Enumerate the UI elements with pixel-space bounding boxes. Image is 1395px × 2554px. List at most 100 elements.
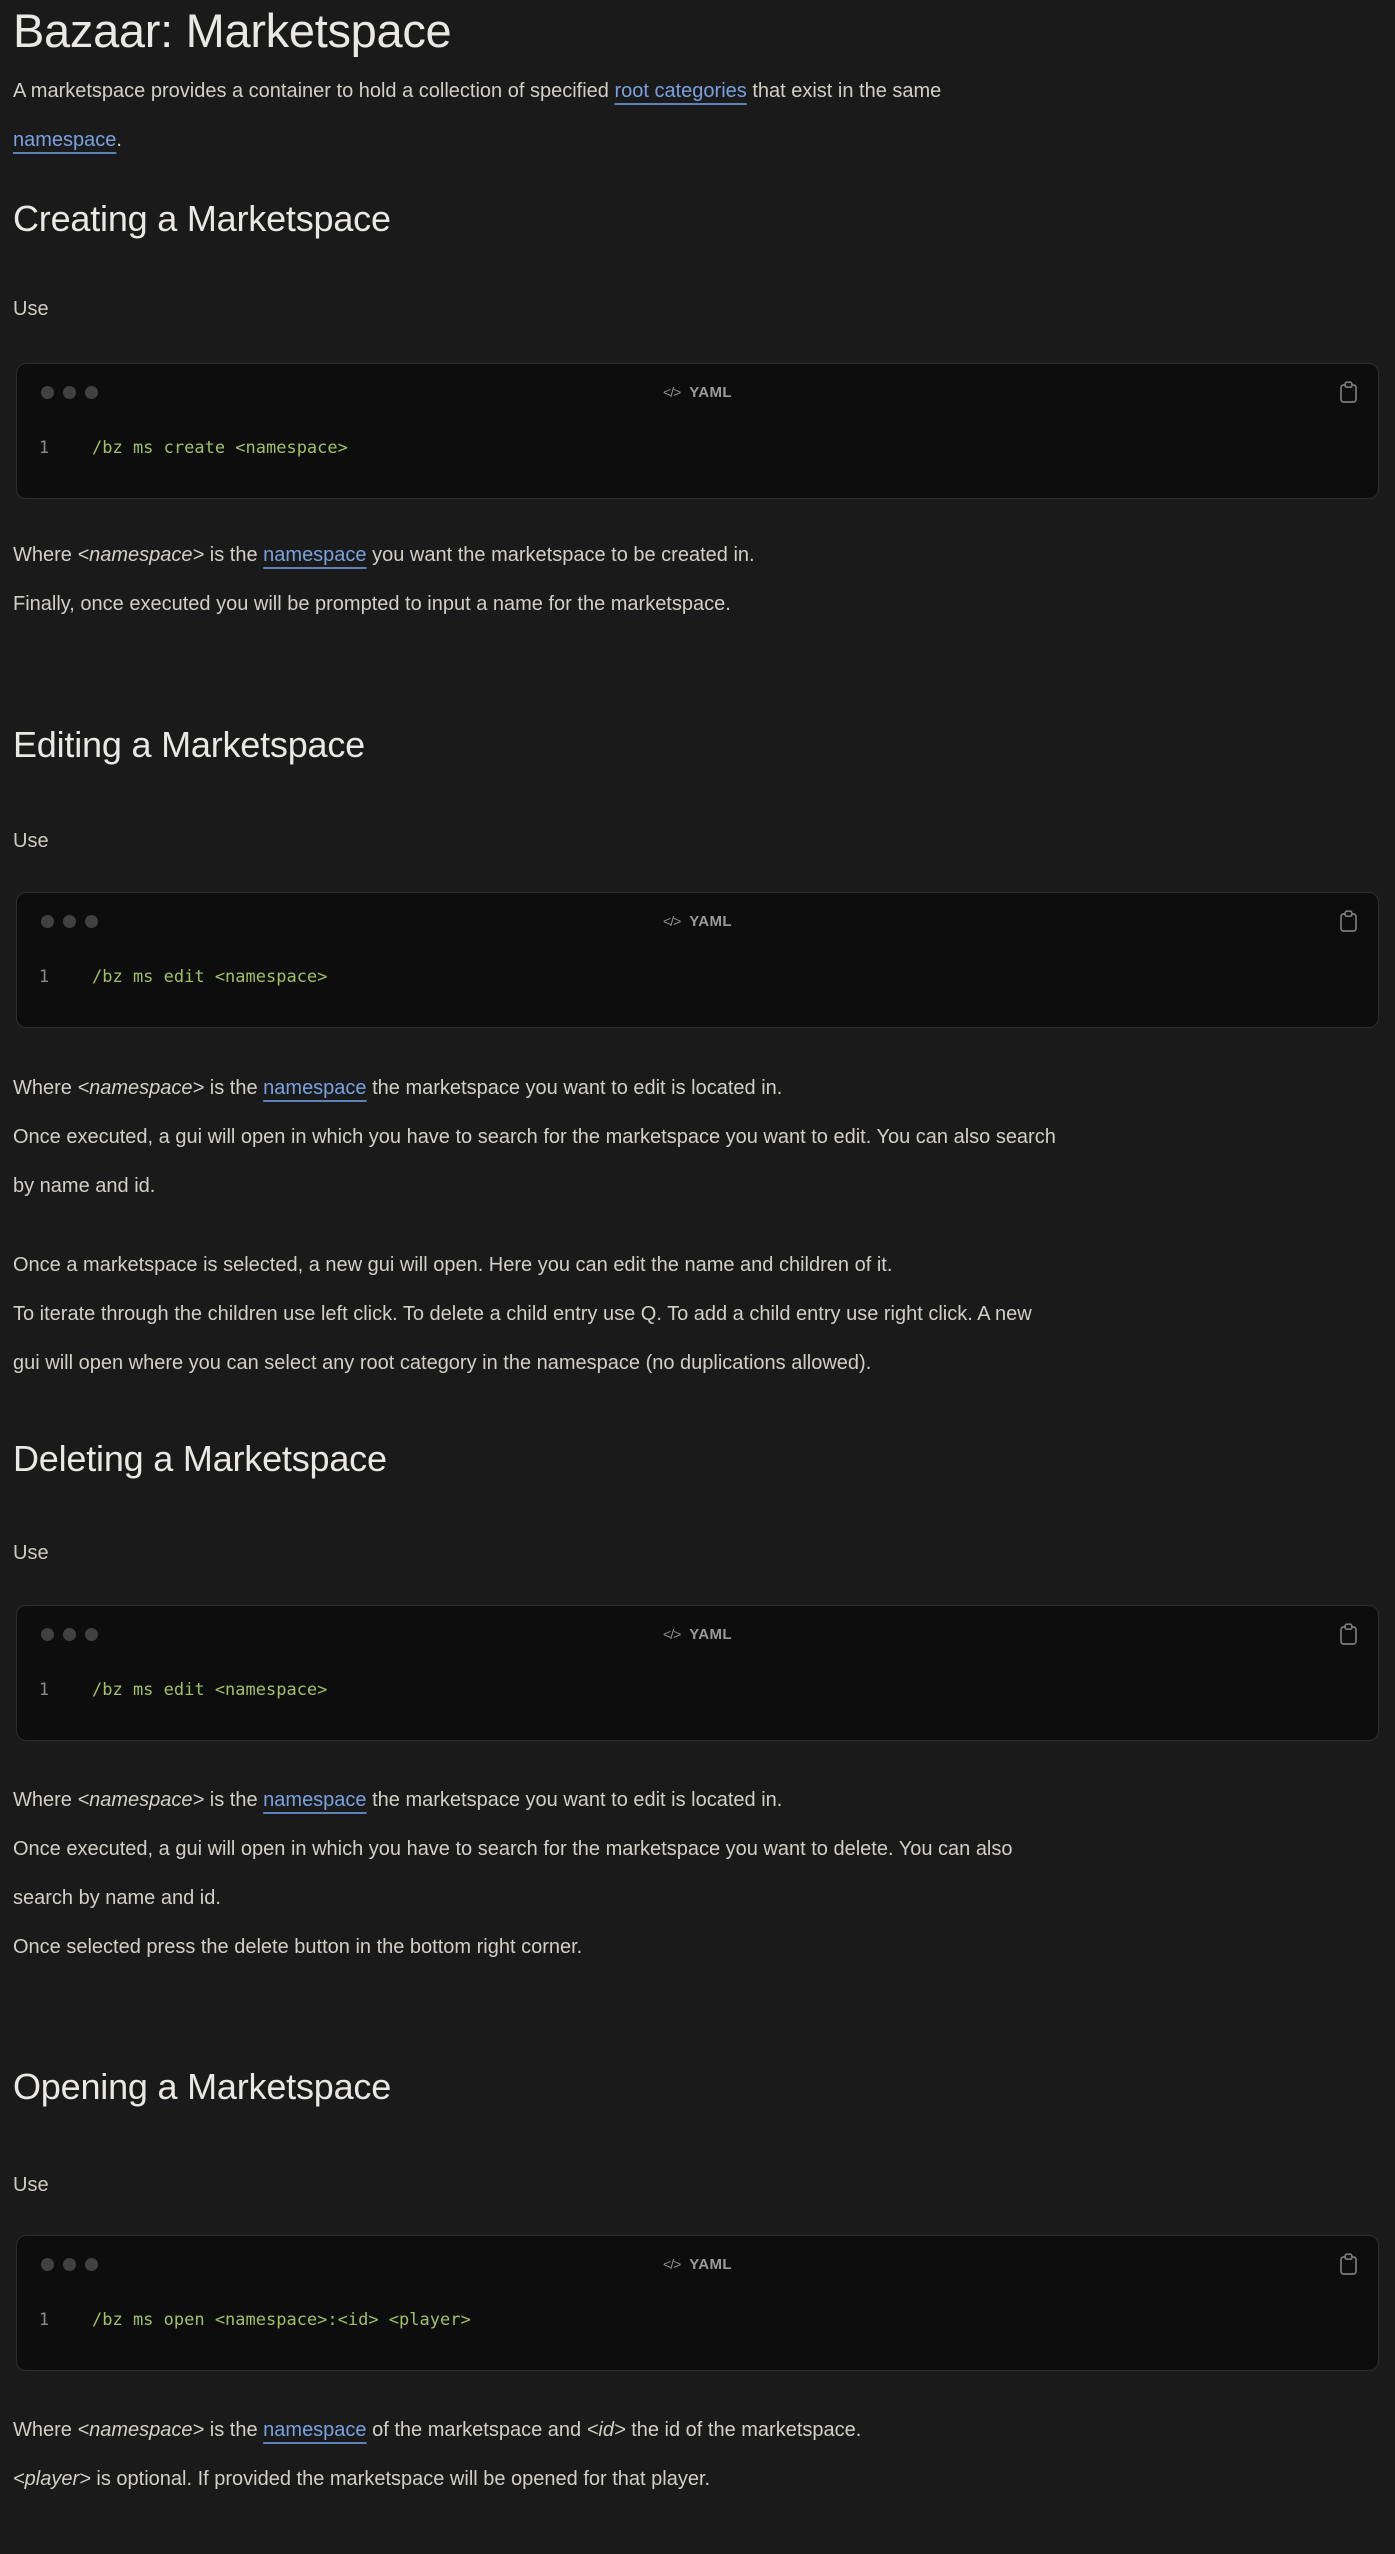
code-line: 1 /bz ms create <namespace> [37,438,1358,458]
body-text: Where [13,1077,78,1099]
code-block-opening: </> YAML 1 /bz ms open <namespace>:<id> … [16,2235,1379,2371]
paragraph-line: by name and id. [13,1175,156,1197]
section-heading-editing: Editing a Marketspace [13,724,365,765]
copy-button[interactable] [1339,2252,1358,2276]
window-dot-icon [41,385,54,399]
paragraph-line: Once executed, a gui will open in which … [13,1126,1056,1148]
intro-text: . [116,129,122,151]
code-lang-text: YAML [689,2255,732,2273]
body-text: is the [204,1789,264,1811]
code-brackets-icon: </> [663,2256,681,2272]
section-opening: Opening a Marketspace Use </> YAML 1 /bz… [13,2062,1382,2504]
copy-button[interactable] [1339,1622,1358,1646]
window-dot-icon [85,385,98,399]
namespace-variable: <namespace> [77,1789,205,1811]
window-dot-icon [85,1627,98,1641]
paragraph-line: Finally, once executed you will be promp… [13,593,731,615]
namespace-link[interactable]: namespace [13,129,116,151]
code-block-editing: </> YAML 1 /bz ms edit <namespace> [16,892,1379,1028]
code-text: /bz ms edit <namespace> [92,1680,328,1700]
root-categories-link[interactable]: root categories [614,80,746,102]
body-text: is the [204,544,264,566]
window-dots [41,385,98,399]
section-heading-deleting: Deleting a Marketspace [13,1438,387,1479]
paragraph-line: Once a marketspace is selected, a new gu… [13,1254,893,1276]
page-title: Bazaar: Marketspace [13,4,452,57]
intro-text: A marketspace provides a container to ho… [13,80,615,102]
paragraph-line: Once executed, a gui will open in which … [13,1838,1013,1860]
paragraph-block: Where <namespace> is the namespace the m… [13,1776,1382,1972]
code-lang-text: YAML [689,912,732,930]
use-label: Use [13,1542,49,1564]
use-label: Use [13,2174,49,2196]
window-dot-icon [41,1627,54,1641]
paragraph-line: To iterate through the children use left… [13,1303,1032,1325]
section-deleting: Deleting a Marketspace Use </> YAML 1 /b… [13,1434,1382,1972]
section-heading-opening: Opening a Marketspace [13,2066,392,2107]
window-dot-icon [63,1627,76,1641]
code-line: 1 /bz ms edit <namespace> [37,1680,1358,1700]
code-block-header: </> YAML [37,380,1358,403]
window-dot-icon [41,914,54,928]
line-number: 1 [38,2310,50,2330]
body-text: is the [204,2419,264,2441]
body-text: you want the marketspace to be created i… [366,544,755,566]
section-creating: Creating a Marketspace Use </> YAML 1 /b… [13,194,1382,629]
body-text: is the [204,1077,264,1099]
code-block-deleting: </> YAML 1 /bz ms edit <namespace> [16,1605,1379,1741]
code-block-creating: </> YAML 1 /bz ms create <namespace> [16,363,1379,499]
body-text: the marketspace you want to edit is loca… [366,1077,783,1099]
body-text: of the marketspace and [366,2419,587,2441]
clipboard-icon [1340,909,1357,932]
doc-page: Bazaar: Marketspace A marketspace provid… [0,3,1395,2504]
section-heading-creating: Creating a Marketspace [13,198,391,239]
code-lang-label: </> YAML [37,913,1358,930]
window-dot-icon [63,385,76,399]
code-lang-label: </> YAML [37,1626,1358,1643]
clipboard-icon [1340,2252,1357,2275]
paragraph-block: Once a marketspace is selected, a new gu… [13,1241,1382,1388]
intro-paragraph: A marketspace provides a container to ho… [13,67,1382,165]
namespace-variable: <namespace> [77,1077,205,1099]
window-dot-icon [63,2257,76,2271]
code-text: /bz ms create <namespace> [92,438,348,458]
namespace-link[interactable]: namespace [263,544,366,566]
paragraph-line: search by name and id. [13,1887,221,1909]
line-number: 1 [38,1680,50,1700]
code-line: 1 /bz ms edit <namespace> [37,967,1358,987]
window-dots [41,914,98,928]
namespace-link[interactable]: namespace [263,1077,366,1099]
copy-button[interactable] [1339,380,1358,404]
window-dot-icon [85,2257,98,2271]
window-dots [41,1627,98,1641]
namespace-link[interactable]: namespace [263,2419,366,2441]
use-label: Use [13,298,49,320]
code-block-header: </> YAML [37,1622,1358,1645]
body-text: the id of the marketspace. [625,2419,862,2441]
paragraph-line: Where <namespace> is the namespace you w… [13,531,1382,580]
body-text: the marketspace you want to edit is loca… [366,1789,783,1811]
id-variable: <id> [586,2419,626,2441]
player-variable: <player> [13,2468,91,2490]
paragraph-block: Where <namespace> is the namespace the m… [13,1064,1382,1211]
code-text: /bz ms edit <namespace> [92,967,328,987]
intro-text: that exist in the same [746,80,942,102]
body-text: Where [13,2419,78,2441]
clipboard-icon [1340,1622,1357,1645]
code-lang-text: YAML [689,383,732,401]
paragraph-line: <player> is optional. If provided the ma… [13,2455,1382,2504]
copy-button[interactable] [1339,909,1358,933]
code-block-header: </> YAML [37,909,1358,932]
code-brackets-icon: </> [663,384,681,400]
code-line: 1 /bz ms open <namespace>:<id> <player> [37,2310,1358,2330]
code-brackets-icon: </> [663,1626,681,1642]
window-dot-icon [63,914,76,928]
paragraph-line: Once selected press the delete button in… [13,1936,583,1958]
code-lang-label: </> YAML [37,384,1358,401]
code-lang-text: YAML [689,1625,732,1643]
paragraph-line: Where <namespace> is the namespace the m… [13,1064,1382,1113]
body-text: Where [13,1789,78,1811]
paragraph-block: Where <namespace> is the namespace of th… [13,2406,1382,2504]
code-lang-label: </> YAML [37,2256,1358,2273]
namespace-link[interactable]: namespace [263,1789,366,1811]
